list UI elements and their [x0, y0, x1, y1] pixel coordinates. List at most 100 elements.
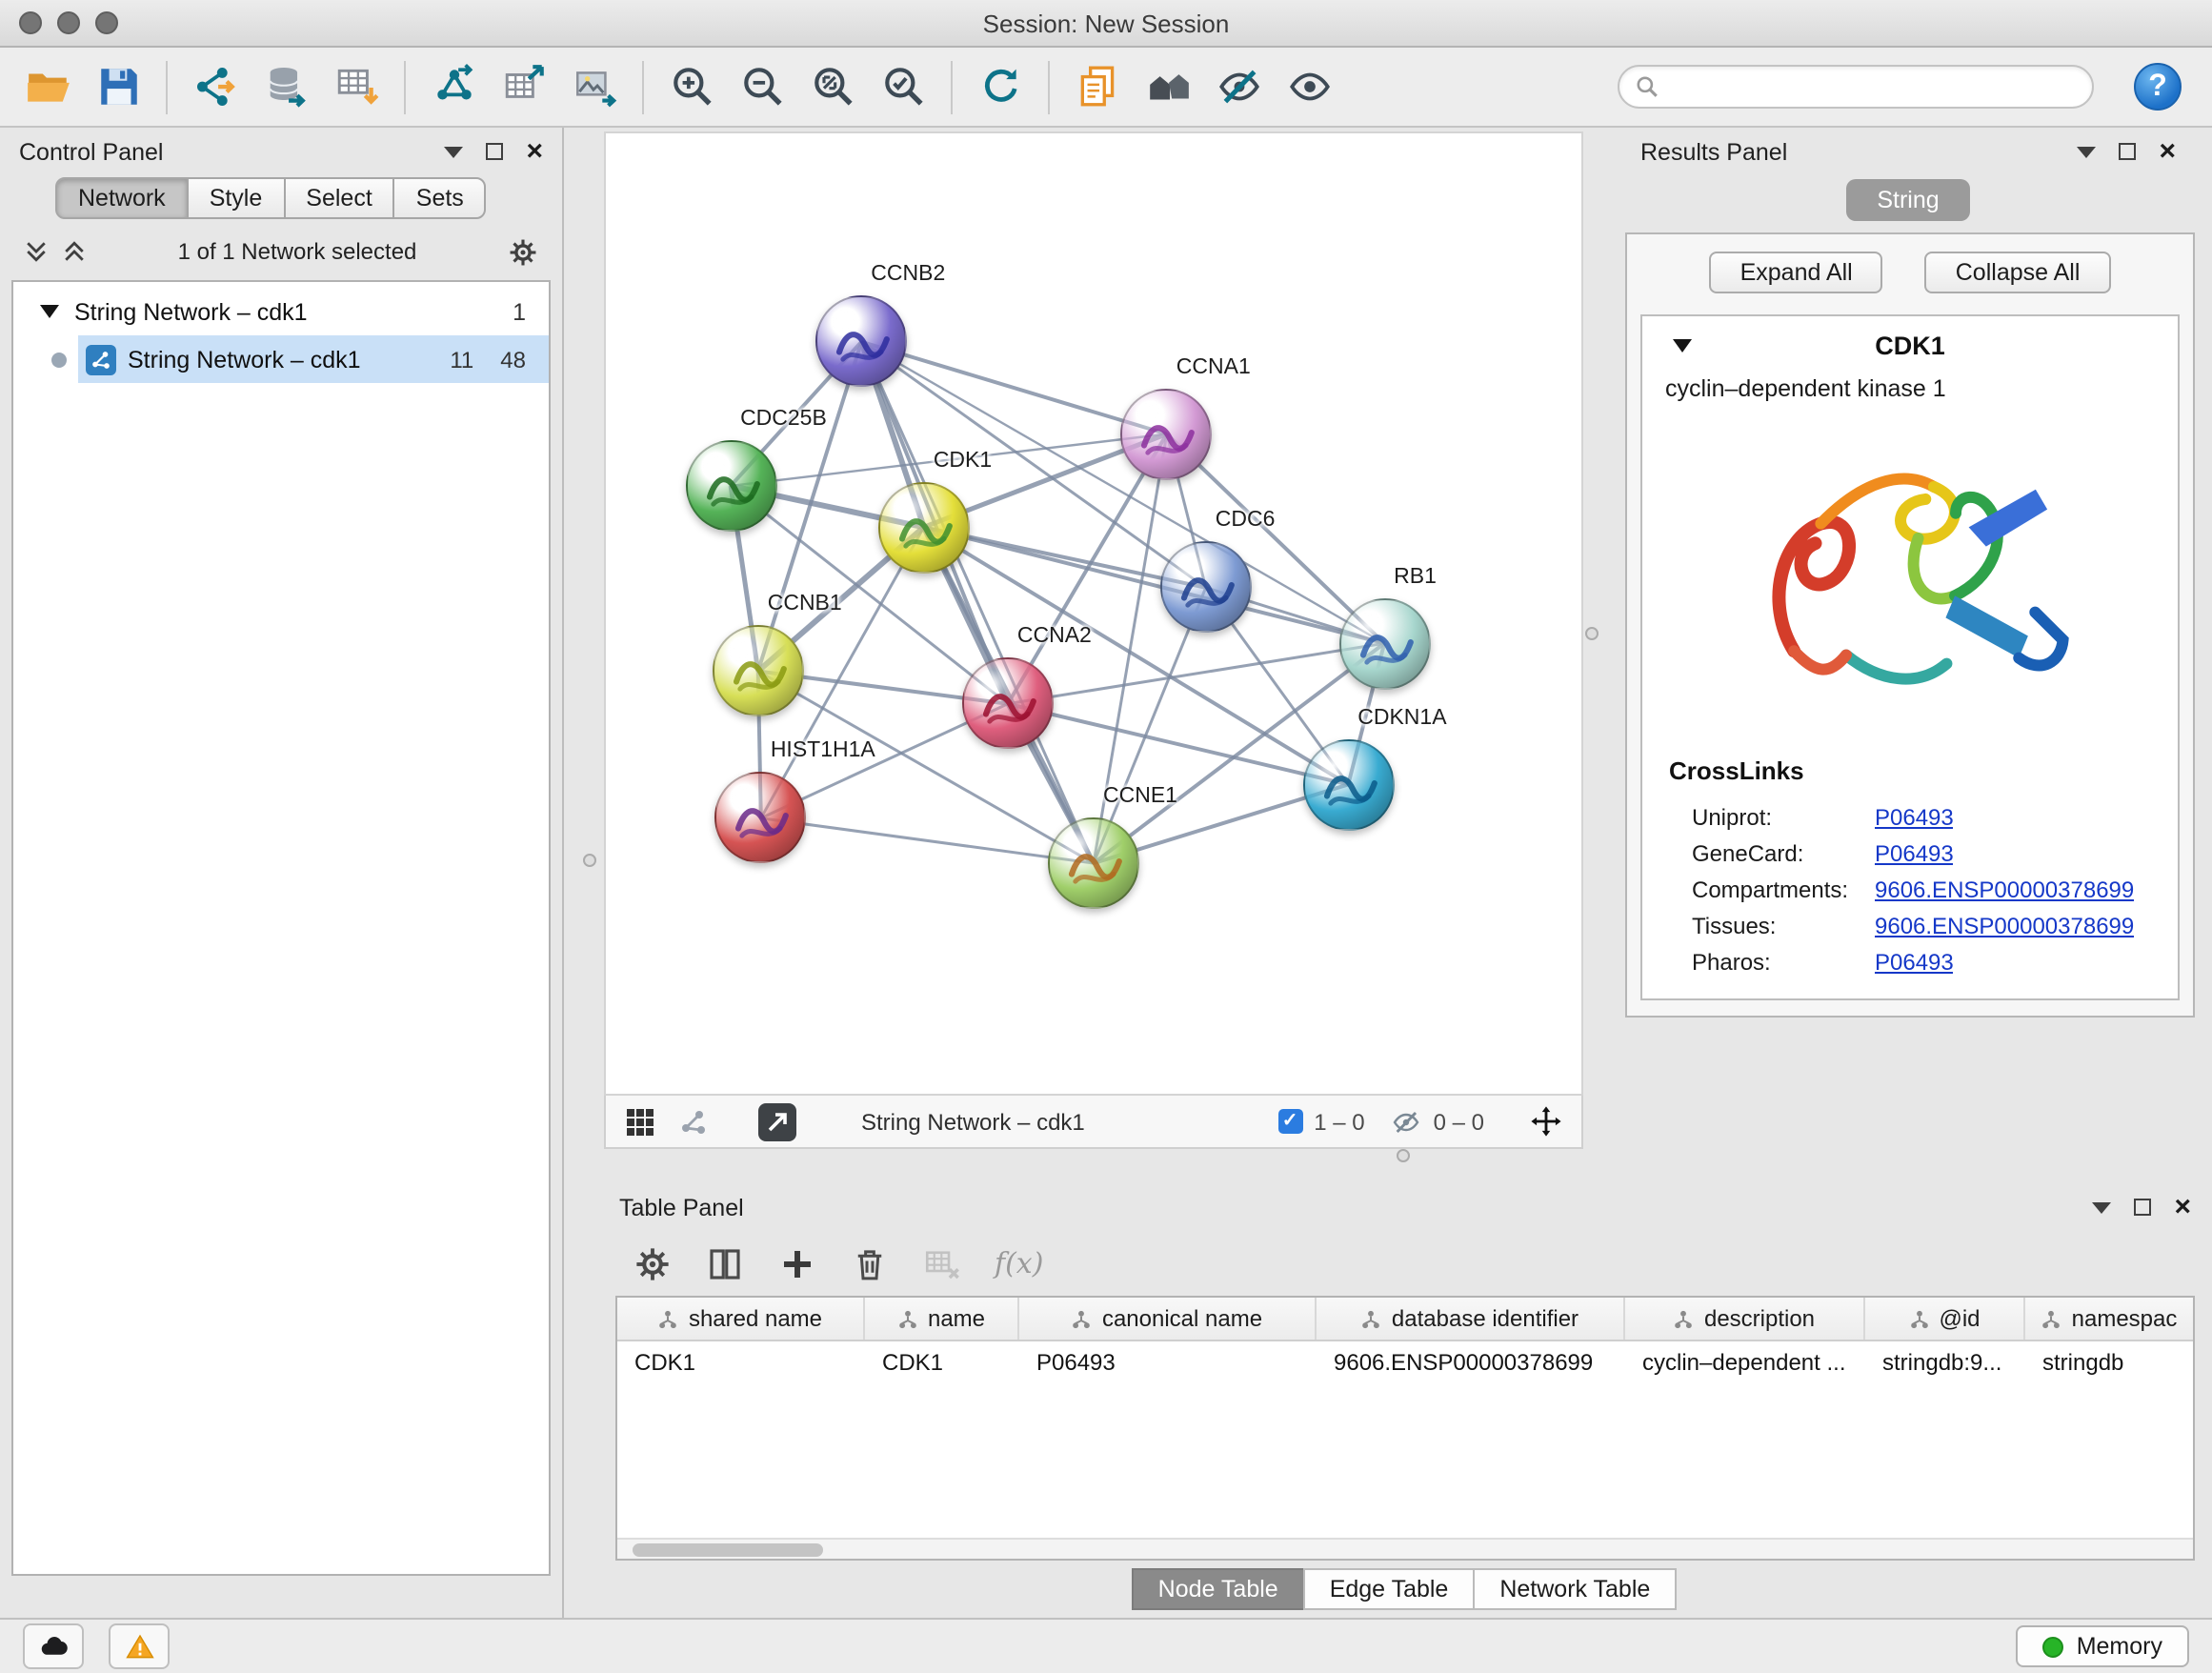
- network-node-rb1[interactable]: [1338, 597, 1430, 689]
- crosslink-link[interactable]: 9606.ENSP00000378699: [1875, 912, 2134, 938]
- gear-icon[interactable]: [507, 235, 539, 268]
- crosslink-link[interactable]: P06493: [1875, 839, 1954, 866]
- grid-icon[interactable]: [625, 1106, 655, 1137]
- network-row[interactable]: String Network – cdk1 11 48: [13, 335, 549, 383]
- network-edge[interactable]: [861, 342, 1167, 434]
- network-collection-row[interactable]: String Network – cdk1 1: [13, 288, 549, 335]
- table-settings-gear-icon[interactable]: [633, 1243, 673, 1283]
- panel-menu-icon[interactable]: [2077, 146, 2096, 157]
- network-node-cdc25b[interactable]: [685, 440, 776, 532]
- network-node-hist1h1a[interactable]: [715, 773, 807, 864]
- panel-float-icon[interactable]: [486, 143, 503, 160]
- table-row[interactable]: CDK1 CDK1 P06493 9606.ENSP00000378699 cy…: [617, 1341, 2193, 1383]
- open-in-window-button[interactable]: [758, 1102, 796, 1140]
- tab-sets[interactable]: Sets: [393, 177, 487, 219]
- tab-network[interactable]: Network: [55, 177, 189, 219]
- cloud-status-button[interactable]: [23, 1623, 84, 1669]
- expand-all-button[interactable]: Expand All: [1710, 252, 1883, 293]
- hide-selected-button[interactable]: [1210, 58, 1267, 115]
- import-table-from-file-button[interactable]: [328, 58, 385, 115]
- tab-string[interactable]: String: [1846, 179, 1969, 221]
- collapse-section-icon[interactable]: [1673, 339, 1692, 353]
- crosslink-link[interactable]: P06493: [1875, 948, 1954, 975]
- column-header[interactable]: @id: [1865, 1298, 2025, 1340]
- table-cell[interactable]: stringdb: [2025, 1341, 2193, 1383]
- tab-node-table[interactable]: Node Table: [1132, 1568, 1305, 1610]
- column-header[interactable]: description: [1625, 1298, 1865, 1340]
- network-node-ccna1[interactable]: [1121, 389, 1213, 480]
- crosslink-link[interactable]: P06493: [1875, 803, 1954, 830]
- panel-menu-icon[interactable]: [2092, 1201, 2111, 1213]
- help-button[interactable]: ?: [2134, 63, 2182, 111]
- column-header[interactable]: canonical name: [1019, 1298, 1317, 1340]
- network-canvas[interactable]: CCNB2CCNA1CDC25BCDK1CDC6RB1CCNB1CCNA2CDK…: [604, 131, 1583, 1096]
- open-session-button[interactable]: [19, 58, 76, 115]
- column-header[interactable]: name: [865, 1298, 1019, 1340]
- hidden-eye-slash-icon[interactable]: [1392, 1106, 1422, 1137]
- refresh-button[interactable]: [972, 58, 1029, 115]
- add-column-icon[interactable]: [777, 1243, 817, 1283]
- table-cell[interactable]: CDK1: [865, 1341, 1019, 1383]
- table-cell[interactable]: cyclin–dependent ...: [1625, 1341, 1865, 1383]
- import-network-from-file-button[interactable]: [187, 58, 244, 115]
- panel-close-icon[interactable]: ×: [2174, 1193, 2191, 1221]
- tab-edge-table[interactable]: Edge Table: [1303, 1568, 1476, 1610]
- protein-card-header[interactable]: CDK1: [1642, 316, 2178, 372]
- table-cell[interactable]: 9606.ENSP00000378699: [1317, 1341, 1625, 1383]
- network-edge[interactable]: [1008, 643, 1384, 704]
- show-all-button[interactable]: [1280, 58, 1337, 115]
- expand-all-icon[interactable]: [61, 238, 88, 265]
- panel-menu-icon[interactable]: [444, 146, 463, 157]
- tab-style[interactable]: Style: [187, 177, 286, 219]
- export-image-button[interactable]: [566, 58, 623, 115]
- panel-close-icon[interactable]: ×: [526, 137, 543, 166]
- network-node-cdk1[interactable]: [878, 481, 970, 573]
- warnings-button[interactable]: [109, 1623, 170, 1669]
- panel-float-icon[interactable]: [2119, 143, 2136, 160]
- network-node-ccna2[interactable]: [962, 658, 1054, 750]
- tab-network-table[interactable]: Network Table: [1473, 1568, 1677, 1610]
- network-node-cdkn1a[interactable]: [1302, 738, 1394, 830]
- column-header[interactable]: namespac: [2025, 1298, 2193, 1340]
- table-cell[interactable]: P06493: [1019, 1341, 1317, 1383]
- scrollbar-thumb[interactable]: [633, 1542, 823, 1556]
- table-cell[interactable]: stringdb:9...: [1865, 1341, 2025, 1383]
- network-node-cdc6[interactable]: [1160, 542, 1252, 634]
- column-header[interactable]: shared name: [617, 1298, 865, 1340]
- panel-float-icon[interactable]: [2134, 1199, 2151, 1216]
- zoom-in-button[interactable]: [663, 58, 720, 115]
- search-field[interactable]: [1618, 65, 2094, 109]
- network-overview-icon[interactable]: [678, 1106, 709, 1137]
- network-row-selected[interactable]: String Network – cdk1 11 48: [78, 335, 549, 383]
- network-node-ccne1[interactable]: [1048, 817, 1139, 909]
- horizontal-scrollbar[interactable]: [617, 1538, 2193, 1559]
- column-header[interactable]: database identifier: [1317, 1298, 1625, 1340]
- splitter-handle[interactable]: [1397, 1149, 1410, 1162]
- splitter-handle[interactable]: [1585, 627, 1599, 640]
- zoom-out-button[interactable]: [734, 58, 791, 115]
- zoom-selected-button[interactable]: [875, 58, 932, 115]
- selected-checkbox-icon[interactable]: ✓: [1277, 1109, 1302, 1134]
- tab-select[interactable]: Select: [283, 177, 395, 219]
- new-network-button[interactable]: [425, 58, 482, 115]
- search-input[interactable]: [1671, 71, 2077, 102]
- network-node-ccnb1[interactable]: [713, 625, 804, 716]
- new-network-from-table-button[interactable]: [495, 58, 553, 115]
- import-network-from-database-button[interactable]: [257, 58, 314, 115]
- network-edge[interactable]: [924, 527, 1384, 643]
- network-edge[interactable]: [861, 342, 1094, 863]
- network-edge[interactable]: [761, 818, 1094, 863]
- tree-expand-icon[interactable]: [40, 305, 59, 318]
- copy-button[interactable]: [1069, 58, 1126, 115]
- panel-close-icon[interactable]: ×: [2159, 137, 2176, 166]
- zoom-fit-button[interactable]: [804, 58, 861, 115]
- memory-button[interactable]: Memory: [2016, 1625, 2189, 1667]
- save-session-button[interactable]: [90, 58, 147, 115]
- network-node-ccnb2[interactable]: [815, 296, 907, 388]
- delete-column-icon[interactable]: [850, 1243, 890, 1283]
- home-button[interactable]: [1139, 58, 1196, 115]
- table-cell[interactable]: CDK1: [617, 1341, 865, 1383]
- collapse-all-icon[interactable]: [23, 238, 50, 265]
- crosslink-link[interactable]: 9606.ENSP00000378699: [1875, 876, 2134, 902]
- fit-selection-button[interactable]: [1530, 1105, 1562, 1138]
